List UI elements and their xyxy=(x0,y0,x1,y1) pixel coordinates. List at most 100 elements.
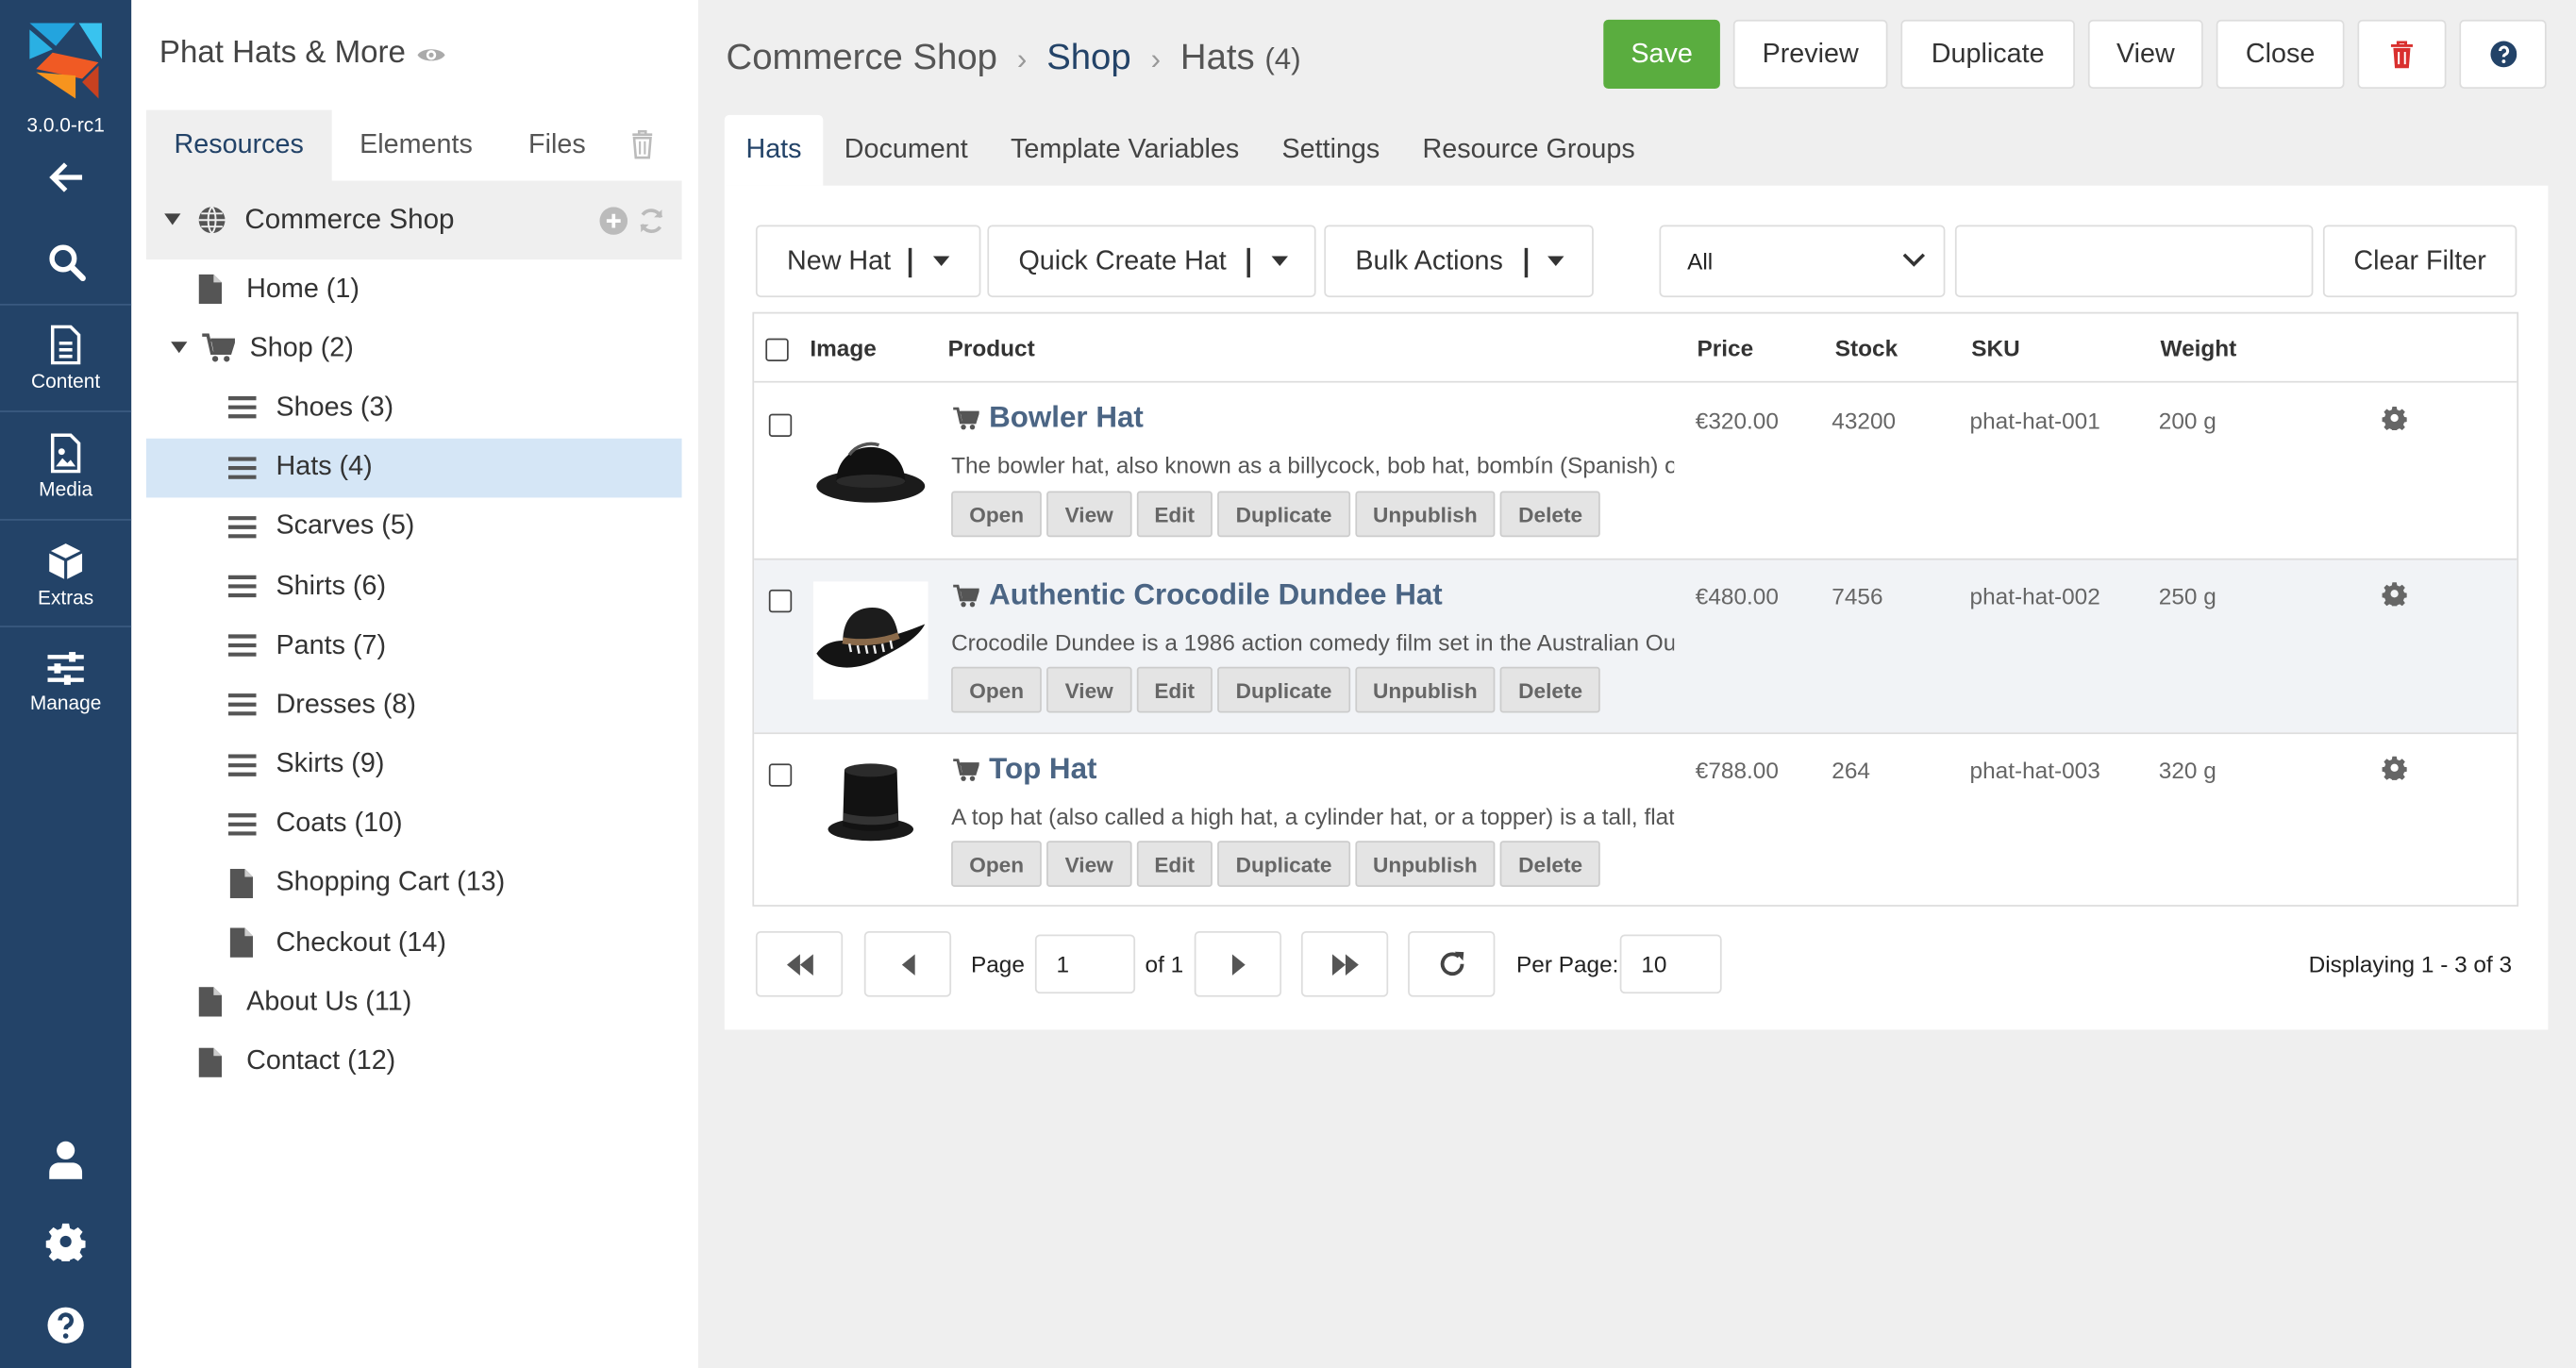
tree-item-coats[interactable]: Coats (10) xyxy=(146,794,682,854)
system-settings-button[interactable] xyxy=(0,1222,131,1261)
caret-down-icon[interactable] xyxy=(1547,256,1564,266)
duplicate-button[interactable]: Duplicate xyxy=(1217,666,1350,713)
eye-icon[interactable] xyxy=(415,43,446,65)
open-button[interactable]: Open xyxy=(951,841,1043,887)
tree-item-skirts[interactable]: Skirts (9) xyxy=(146,735,682,794)
filter-select[interactable]: All xyxy=(1659,225,1946,298)
tab-elements[interactable]: Elements xyxy=(331,110,500,181)
tree-item-home[interactable]: Home (1) xyxy=(146,259,682,319)
add-icon[interactable] xyxy=(599,206,628,235)
tab-resources[interactable]: Resources xyxy=(145,109,332,181)
row-checkbox[interactable] xyxy=(768,763,793,787)
view-button[interactable]: View xyxy=(2087,19,2203,89)
tab-hats[interactable]: Hats xyxy=(724,114,824,186)
column-weight[interactable]: Weight xyxy=(2161,335,2237,361)
per-page-input[interactable]: 10 xyxy=(1619,934,1722,994)
duplicate-button[interactable]: Duplicate xyxy=(1900,19,2075,89)
view-button[interactable]: View xyxy=(1046,666,1131,713)
delete-button[interactable] xyxy=(2357,19,2447,89)
tab-document[interactable]: Document xyxy=(823,115,989,186)
delete-button[interactable]: Delete xyxy=(1500,491,1601,538)
tree-item-scarves[interactable]: Scarves (5) xyxy=(146,497,682,557)
search-input[interactable] xyxy=(1954,225,2314,298)
tab-template-variables[interactable]: Template Variables xyxy=(989,115,1260,186)
breadcrumb-parent[interactable]: Shop xyxy=(1046,36,1130,78)
bulk-actions-button[interactable]: Bulk Actions xyxy=(1324,225,1594,298)
table-row[interactable]: Bowler Hat The bowler hat, also known as… xyxy=(754,383,2517,559)
column-stock[interactable]: Stock xyxy=(1835,335,1898,361)
trash-icon[interactable] xyxy=(631,129,654,159)
refresh-icon[interactable] xyxy=(638,206,666,234)
gear-icon[interactable] xyxy=(2382,406,2407,431)
first-page-button[interactable] xyxy=(755,930,844,997)
tab-settings[interactable]: Settings xyxy=(1261,115,1401,186)
refresh-button[interactable] xyxy=(1408,930,1496,997)
product-title-link[interactable]: Top Hat xyxy=(953,752,1096,787)
quick-create-hat-button[interactable]: Quick Create Hat xyxy=(987,225,1316,298)
tree-item-contact[interactable]: Contact (12) xyxy=(146,1032,682,1092)
breadcrumb-root[interactable]: Commerce Shop xyxy=(727,36,997,78)
tab-resource-groups[interactable]: Resource Groups xyxy=(1401,115,1656,186)
edit-button[interactable]: Edit xyxy=(1136,841,1213,887)
next-page-button[interactable] xyxy=(1194,930,1282,997)
tree-item-shop[interactable]: Shop (2) xyxy=(146,319,682,378)
open-button[interactable]: Open xyxy=(951,491,1043,538)
tree-item-checkout[interactable]: Checkout (14) xyxy=(146,913,682,973)
tree-item-shopping-cart[interactable]: Shopping Cart (13) xyxy=(146,854,682,913)
delete-button[interactable]: Delete xyxy=(1500,666,1601,713)
unpublish-button[interactable]: Unpublish xyxy=(1354,666,1496,713)
table-row[interactable]: Authentic Crocodile Dundee Hat Crocodile… xyxy=(754,558,2517,733)
last-page-button[interactable] xyxy=(1300,930,1389,997)
view-button[interactable]: View xyxy=(1046,841,1131,887)
delete-button[interactable]: Delete xyxy=(1500,841,1601,887)
tree-item-about-us[interactable]: About Us (11) xyxy=(146,973,682,1032)
nav-media[interactable]: Media xyxy=(0,433,131,501)
nav-content[interactable]: Content xyxy=(0,325,131,392)
modx-logo[interactable] xyxy=(26,23,106,99)
close-button[interactable]: Close xyxy=(2216,19,2345,89)
search-button[interactable] xyxy=(0,242,131,283)
product-title-link[interactable]: Bowler Hat xyxy=(953,401,1144,436)
open-button[interactable]: Open xyxy=(951,666,1043,713)
edit-button[interactable]: Edit xyxy=(1136,666,1213,713)
nav-extras[interactable]: Extras xyxy=(0,542,131,609)
caret-down-icon[interactable] xyxy=(1271,256,1288,266)
row-checkbox[interactable] xyxy=(768,589,793,613)
gear-icon[interactable] xyxy=(2382,581,2407,607)
help-button[interactable] xyxy=(0,1306,131,1345)
tree-item-shirts[interactable]: Shirts (6) xyxy=(146,557,682,616)
tree-root-context[interactable]: Commerce Shop xyxy=(145,180,682,260)
caret-down-icon[interactable] xyxy=(171,342,188,356)
nav-manage[interactable]: Manage xyxy=(0,650,131,714)
gear-icon[interactable] xyxy=(2382,756,2407,780)
table-row[interactable]: Top Hat A top hat (also called a high ha… xyxy=(754,732,2517,905)
user-profile-button[interactable] xyxy=(0,1140,131,1179)
page-input[interactable]: 1 xyxy=(1034,934,1136,994)
prev-page-button[interactable] xyxy=(863,930,952,997)
unpublish-button[interactable]: Unpublish xyxy=(1354,841,1496,887)
column-sku[interactable]: SKU xyxy=(1971,335,2019,361)
caret-down-icon[interactable] xyxy=(932,256,950,266)
duplicate-button[interactable]: Duplicate xyxy=(1217,491,1350,538)
view-button[interactable]: View xyxy=(1046,491,1131,538)
select-all-checkbox[interactable] xyxy=(765,338,789,361)
preview-button[interactable]: Preview xyxy=(1732,19,1888,89)
row-checkbox[interactable] xyxy=(768,413,793,438)
product-title-link[interactable]: Authentic Crocodile Dundee Hat xyxy=(953,578,1443,613)
column-price[interactable]: Price xyxy=(1698,335,1754,361)
column-image[interactable]: Image xyxy=(810,335,876,361)
tree-item-shoes[interactable]: Shoes (3) xyxy=(146,378,682,438)
edit-button[interactable]: Edit xyxy=(1136,491,1213,538)
tree-item-hats[interactable]: Hats (4) xyxy=(145,438,682,497)
tree-item-pants[interactable]: Pants (7) xyxy=(146,616,682,676)
new-hat-button[interactable]: New Hat xyxy=(755,225,981,298)
caret-down-icon[interactable] xyxy=(164,213,181,226)
column-product[interactable]: Product xyxy=(948,335,1035,361)
tab-files[interactable]: Files xyxy=(500,110,613,181)
back-button[interactable] xyxy=(0,158,131,197)
duplicate-button[interactable]: Duplicate xyxy=(1217,841,1350,887)
tree-item-dresses[interactable]: Dresses (8) xyxy=(146,676,682,735)
clear-filter-button[interactable]: Clear Filter xyxy=(2322,225,2517,298)
help-button[interactable] xyxy=(2459,19,2547,89)
unpublish-button[interactable]: Unpublish xyxy=(1354,491,1496,538)
